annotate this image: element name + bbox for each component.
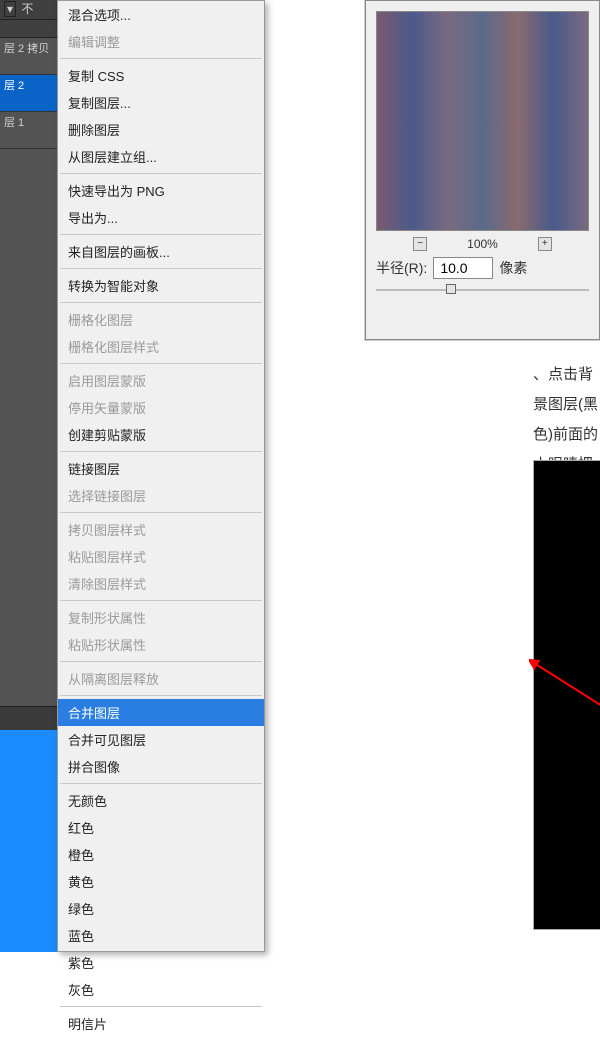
menu-item: 粘贴图层样式 (58, 543, 264, 570)
menu-separator (60, 661, 262, 662)
menu-item[interactable]: 从图层建立组... (58, 143, 264, 170)
radius-input[interactable] (433, 257, 493, 279)
menu-item: 复制形状属性 (58, 604, 264, 631)
menu-item[interactable]: 来自图层的画板... (58, 238, 264, 265)
menu-item: 拷贝图层样式 (58, 516, 264, 543)
radius-label: 半径(R): (376, 258, 427, 278)
menu-item: 从隔离图层释放 (58, 665, 264, 692)
menu-item[interactable]: 灰色 (58, 976, 264, 1003)
menu-item[interactable]: 导出为... (58, 204, 264, 231)
menu-item[interactable]: 蓝色 (58, 922, 264, 949)
menu-item[interactable]: 无颜色 (58, 787, 264, 814)
menu-separator (60, 173, 262, 174)
gaussian-blur-dialog: − 100% + 半径(R): 像素 (365, 0, 600, 340)
zoom-value: 100% (467, 237, 498, 251)
slider-thumb[interactable] (446, 284, 456, 294)
radius-row: 半径(R): 像素 (366, 257, 599, 279)
menu-item: 选择链接图层 (58, 482, 264, 509)
radius-unit: 像素 (499, 258, 527, 278)
menu-separator (60, 600, 262, 601)
menu-item[interactable]: 合并图层 (58, 699, 264, 726)
menu-item[interactable]: 紫色 (58, 949, 264, 976)
layer-row[interactable]: 层 1 (0, 112, 57, 149)
menu-separator (60, 512, 262, 513)
menu-item: 停用矢量蒙版 (58, 394, 264, 421)
menu-item[interactable]: 合并可见图层 (58, 726, 264, 753)
menu-item: 栅格化图层样式 (58, 333, 264, 360)
layers-panel-header: ▾ 不 (0, 0, 57, 20)
zoom-controls: − 100% + (366, 231, 599, 257)
menu-item[interactable]: 复制图层... (58, 89, 264, 116)
menu-item: 启用图层蒙版 (58, 367, 264, 394)
blend-mode-label: 不 (21, 2, 33, 16)
menu-item[interactable]: 橙色 (58, 841, 264, 868)
menu-item[interactable]: 混合选项... (58, 1, 264, 28)
menu-item[interactable]: 快速导出为 PNG (58, 177, 264, 204)
menu-separator (60, 268, 262, 269)
menu-item[interactable]: 黄色 (58, 868, 264, 895)
result-preview: jb51.net 脚本之家 (533, 460, 600, 930)
blend-mode-select[interactable]: ▾ (4, 1, 16, 17)
menu-item[interactable]: 绿色 (58, 895, 264, 922)
menu-separator (60, 363, 262, 364)
menu-item[interactable]: 拼合图像 (58, 753, 264, 780)
menu-item: 编辑调整 (58, 28, 264, 55)
radius-slider[interactable] (376, 283, 589, 297)
menu-item: 清除图层样式 (58, 570, 264, 597)
slider-track (376, 289, 589, 291)
right-area: − 100% + 半径(R): 像素 、点击背景图层(黑色)前面的小眼睛把它设置… (265, 0, 600, 952)
blur-preview (376, 11, 589, 231)
menu-separator (60, 302, 262, 303)
layer-context-menu[interactable]: 混合选项...编辑调整复制 CSS复制图层...删除图层从图层建立组... 快速导… (57, 0, 265, 952)
menu-item[interactable]: 链接图层 (58, 455, 264, 482)
menu-separator (60, 451, 262, 452)
menu-item[interactable]: 明信片 (58, 1010, 264, 1037)
menu-item[interactable]: 转换为智能对象 (58, 272, 264, 299)
menu-separator (60, 234, 262, 235)
menu-item[interactable]: 复制 CSS (58, 62, 264, 89)
zoom-in-button[interactable]: + (538, 237, 552, 251)
layers-footer (0, 706, 57, 730)
menu-item: 栅格化图层 (58, 306, 264, 333)
layers-list: 层 2 拷贝层 2层 1 (0, 38, 57, 149)
menu-separator (60, 783, 262, 784)
menu-item: 粘贴形状属性 (58, 631, 264, 658)
layer-row[interactable]: 层 2 (0, 75, 57, 112)
layers-toolbar (0, 20, 57, 38)
menu-separator (60, 1006, 262, 1007)
menu-item[interactable]: 红色 (58, 814, 264, 841)
menu-item[interactable]: 创建剪贴蒙版 (58, 421, 264, 448)
layer-row[interactable]: 层 2 拷贝 (0, 38, 57, 75)
zoom-out-button[interactable]: − (413, 237, 427, 251)
menu-item[interactable]: 删除图层 (58, 116, 264, 143)
menu-separator (60, 695, 262, 696)
layers-panel: ▾ 不 层 2 拷贝层 2层 1 (0, 0, 57, 730)
menu-separator (60, 58, 262, 59)
